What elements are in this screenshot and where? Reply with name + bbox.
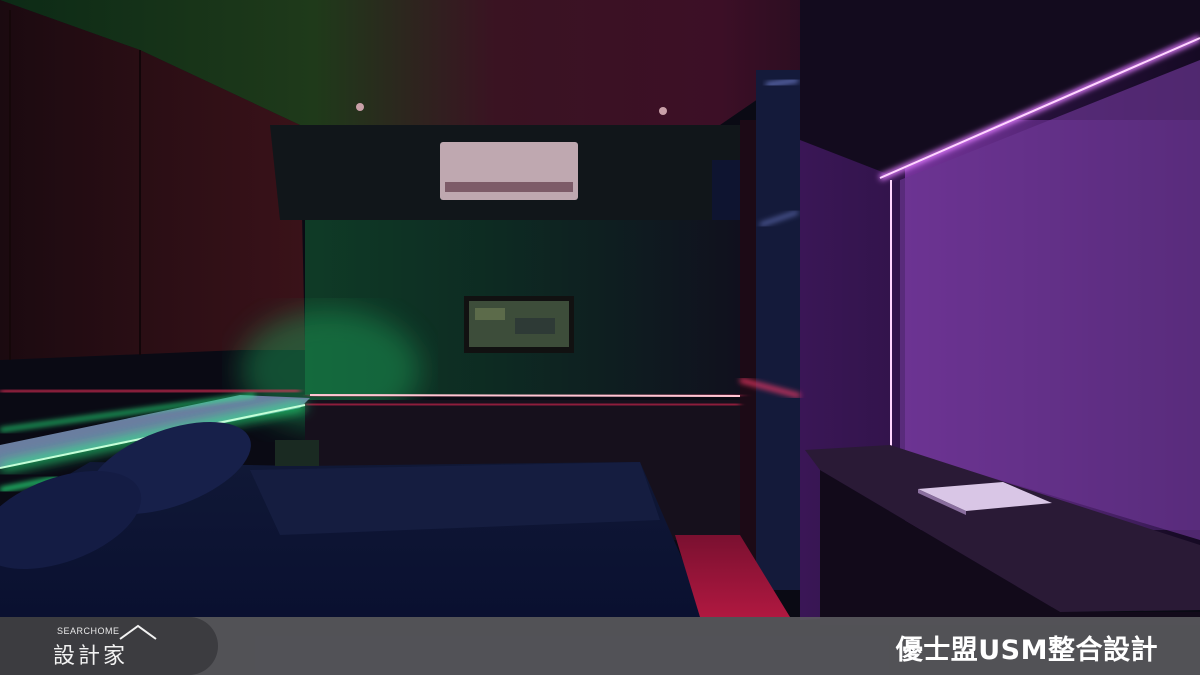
brand-logo-title: 設計家	[53, 644, 129, 669]
house-roof-icon	[119, 624, 157, 640]
designer-credit: 優士盟USM整合設計	[895, 635, 1158, 666]
bedroom-photo	[0, 0, 1200, 675]
brand-logo-small-text: SEARCHOME	[57, 626, 120, 636]
